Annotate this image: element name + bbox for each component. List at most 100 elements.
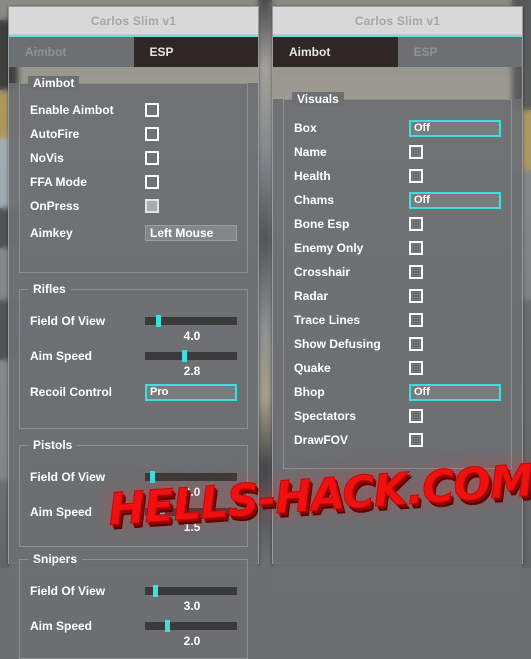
- row-trace-lines[interactable]: Trace Lines: [294, 308, 501, 332]
- row-label: Quake: [294, 361, 331, 375]
- row-pistols-fov[interactable]: Field Of View: [30, 468, 237, 486]
- checkbox-enemy-only[interactable]: [409, 241, 423, 255]
- row-label: NoVis: [30, 151, 64, 165]
- combo-chams[interactable]: Off: [409, 191, 501, 209]
- row-recoil-control[interactable]: Recoil Control Pro: [30, 380, 237, 404]
- combo-bhop[interactable]: Off: [409, 383, 501, 401]
- row-label: Box: [294, 121, 317, 135]
- row-snipers-fov[interactable]: Field Of View: [30, 582, 237, 600]
- row-health[interactable]: Health: [294, 164, 501, 188]
- row-label: Field Of View: [30, 314, 106, 328]
- tab-aimbot[interactable]: Aimbot: [273, 37, 398, 67]
- checkbox-spectators[interactable]: [409, 409, 423, 423]
- row-spectators[interactable]: Spectators: [294, 404, 501, 428]
- checkbox-health[interactable]: [409, 169, 423, 183]
- tab-esp[interactable]: ESP: [133, 37, 258, 67]
- slider-rifles-aimspeed[interactable]: [145, 350, 237, 362]
- tab-aimbot[interactable]: Aimbot: [9, 37, 134, 67]
- group-legend: Rifles: [28, 282, 71, 296]
- slider-value-snipers-aimspeed: 2.0: [183, 634, 201, 648]
- slider-knob[interactable]: [156, 315, 162, 327]
- slider-rifles-fov[interactable]: [145, 315, 237, 327]
- combo-value: Off: [414, 386, 430, 398]
- row-show-defusing[interactable]: Show Defusing: [294, 332, 501, 356]
- slider-knob[interactable]: [181, 350, 187, 362]
- slider-snipers-aimspeed[interactable]: [145, 620, 237, 632]
- row-radar[interactable]: Radar: [294, 284, 501, 308]
- row-pistols-aimspeed[interactable]: Aim Speed: [30, 503, 237, 521]
- row-label: Name: [294, 145, 327, 159]
- checkbox-drawfov[interactable]: [409, 433, 423, 447]
- checkbox-ffa-mode[interactable]: [145, 175, 159, 189]
- row-rifles-aimspeed[interactable]: Aim Speed: [30, 347, 237, 365]
- window-esp[interactable]: Carlos Slim v1 Aimbot ESP Visuals Box Of…: [272, 6, 523, 596]
- checkbox-show-defusing[interactable]: [409, 337, 423, 351]
- checkbox-enable-aimbot[interactable]: [145, 103, 159, 117]
- checkbox-trace-lines[interactable]: [409, 313, 423, 327]
- checkbox-name[interactable]: [409, 145, 423, 159]
- titlebar[interactable]: Carlos Slim v1: [9, 7, 258, 35]
- row-aimkey[interactable]: Aimkey Left Mouse: [30, 218, 237, 248]
- row-box[interactable]: Box Off: [294, 116, 501, 140]
- row-label: OnPress: [30, 199, 80, 213]
- tab-label: ESP: [413, 45, 438, 59]
- row-bone-esp[interactable]: Bone Esp: [294, 212, 501, 236]
- slider-knob[interactable]: [149, 471, 155, 483]
- row-drawfov[interactable]: DrawFOV: [294, 428, 501, 452]
- row-autofire[interactable]: AutoFire: [30, 122, 237, 146]
- slider-pistols-aimspeed[interactable]: [145, 506, 237, 518]
- row-bhop[interactable]: Bhop Off: [294, 380, 501, 404]
- tab-label: Aimbot: [25, 45, 67, 59]
- slider-snipers-fov[interactable]: [145, 585, 237, 597]
- row-label: Enable Aimbot: [30, 103, 114, 117]
- combo-aimkey[interactable]: Left Mouse: [145, 225, 237, 241]
- row-label: Field Of View: [30, 584, 106, 598]
- group-legend: Pistols: [28, 438, 78, 452]
- titlebar[interactable]: Carlos Slim v1: [273, 7, 522, 35]
- row-crosshair[interactable]: Crosshair: [294, 260, 501, 284]
- panel-body: Aimbot Enable Aimbot AutoFire NoVis FFA …: [9, 76, 258, 659]
- row-label: Aim Speed: [30, 505, 93, 519]
- checkbox-crosshair[interactable]: [409, 265, 423, 279]
- checkbox-autofire[interactable]: [145, 127, 159, 141]
- window-title: Carlos Slim v1: [90, 13, 177, 28]
- checkbox-novis[interactable]: [145, 151, 159, 165]
- row-chams[interactable]: Chams Off: [294, 188, 501, 212]
- window-aimbot[interactable]: Carlos Slim v1 Aimbot ESP Aimbot Enable …: [8, 6, 259, 659]
- slider-knob[interactable]: [159, 506, 165, 518]
- group-legend: Visuals: [292, 92, 344, 106]
- row-label: Bone Esp: [294, 217, 350, 231]
- checkbox-radar[interactable]: [409, 289, 423, 303]
- tab-bar[interactable]: Aimbot ESP: [273, 37, 522, 67]
- row-label: Trace Lines: [294, 313, 361, 327]
- row-label: AutoFire: [30, 127, 80, 141]
- checkbox-onpress[interactable]: [145, 199, 159, 213]
- group-rifles: Rifles Field Of View 4.0 Aim Speed 2.8 R…: [19, 282, 248, 429]
- row-label: Recoil Control: [30, 385, 113, 399]
- slider-knob[interactable]: [165, 620, 171, 632]
- combo-value: Left Mouse: [150, 226, 214, 240]
- slider-value-rifles-aimspeed: 2.8: [183, 364, 201, 378]
- row-ffa-mode[interactable]: FFA Mode: [30, 170, 237, 194]
- slider-value-rifles-fov: 4.0: [183, 329, 201, 343]
- tab-label: Aimbot: [289, 45, 331, 59]
- tab-bar[interactable]: Aimbot ESP: [9, 37, 258, 67]
- row-quake[interactable]: Quake: [294, 356, 501, 380]
- slider-knob[interactable]: [153, 585, 159, 597]
- row-snipers-aimspeed[interactable]: Aim Speed: [30, 617, 237, 635]
- slider-pistols-fov[interactable]: [145, 471, 237, 483]
- checkbox-bone-esp[interactable]: [409, 217, 423, 231]
- tab-esp[interactable]: ESP: [397, 37, 522, 67]
- row-name[interactable]: Name: [294, 140, 501, 164]
- group-aimbot: Aimbot Enable Aimbot AutoFire NoVis FFA …: [19, 76, 248, 273]
- row-label: Chams: [294, 193, 335, 207]
- combo-box[interactable]: Off: [409, 119, 501, 137]
- row-enable-aimbot[interactable]: Enable Aimbot: [30, 98, 237, 122]
- row-enemy-only[interactable]: Enemy Only: [294, 236, 501, 260]
- row-rifles-fov[interactable]: Field Of View: [30, 312, 237, 330]
- row-onpress[interactable]: OnPress: [30, 194, 237, 218]
- row-label: Aim Speed: [30, 619, 93, 633]
- combo-recoil-control[interactable]: Pro: [145, 383, 237, 401]
- row-novis[interactable]: NoVis: [30, 146, 237, 170]
- checkbox-quake[interactable]: [409, 361, 423, 375]
